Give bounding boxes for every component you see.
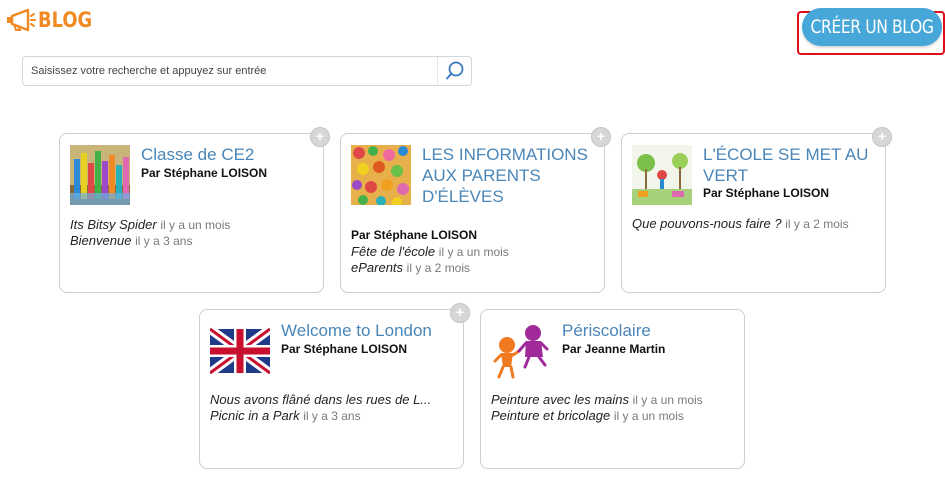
post-title[interactable]: Bienvenue [70,233,131,248]
post-title[interactable]: Peinture et bricolage [491,408,610,423]
create-blog-button[interactable]: CRÉER UN BLOG [802,8,942,46]
search-bar [22,56,472,86]
post-list: Nous avons flâné dans les rues de L... P… [210,392,456,424]
post-list: Fête de l'école il y a un mois eParents … [351,244,597,276]
blog-card[interactable]: + LES INFORMATIONS AUX PARENTS D'ÉLÈVES … [340,127,611,293]
blog-thumbnail [632,145,692,205]
logo-text: BLOG [38,8,93,32]
post-date: il y a 3 ans [303,409,361,423]
search-icon [445,61,463,80]
post-title[interactable]: Peinture avec les mains [491,392,629,407]
blog-card[interactable]: + Welcome to London Par Stéphane LOISON … [199,303,470,469]
post-title[interactable]: eParents [351,260,403,275]
blog-title[interactable]: Périscolaire [562,320,740,341]
blog-title[interactable]: Welcome to London [281,320,459,341]
megaphone-icon [7,8,36,32]
blog-author: Par Stéphane LOISON [141,166,268,180]
create-blog-label: CRÉER UN BLOG [810,16,934,38]
post-date: il y a un mois [632,393,703,407]
search-button[interactable] [437,57,471,85]
blog-thumbnail [491,321,551,381]
post-item[interactable]: eParents il y a 2 mois [351,260,597,276]
post-title[interactable]: Picnic in a Park [210,408,300,423]
post-date: il y a un mois [438,245,509,259]
blog-logo[interactable]: BLOG [4,8,102,32]
search-input[interactable] [31,62,431,80]
blog-thumbnail [70,145,130,205]
post-title[interactable]: Fête de l'école [351,244,435,259]
post-date: il y a 2 mois [406,261,471,275]
post-date: il y a 3 ans [135,234,193,248]
post-item[interactable]: Its Bitsy Spider il y a un mois [70,217,316,233]
post-date: il y a 2 mois [785,217,849,231]
blog-author: Par Stéphane LOISON [351,228,478,242]
post-item[interactable]: Que pouvons-nous faire ? il y a 2 mois [632,216,878,232]
blog-thumbnail [351,145,411,205]
blog-title[interactable]: LES INFORMATIONS AUX PARENTS D'ÉLÈVES [422,144,600,207]
post-item[interactable]: Picnic in a Park il y a 3 ans [210,408,456,424]
blog-author: Par Stéphane LOISON [703,186,830,200]
post-list: Its Bitsy Spider il y a un mois Bienvenu… [70,217,316,249]
blog-title[interactable]: Classe de CE2 [141,144,319,165]
post-list: Peinture avec les mains il y a un mois P… [491,392,737,424]
post-date: il y a un mois [613,409,684,423]
blog-title[interactable]: L'ÉCOLE SE MET AU VERT [703,144,881,186]
post-list: Que pouvons-nous faire ? il y a 2 mois [632,216,878,232]
post-date: il y a un mois [160,218,231,232]
blog-card[interactable]: + Classe de CE2 Par Stéphane LOISON Its … [59,127,330,293]
post-item[interactable]: Fête de l'école il y a un mois [351,244,597,260]
post-title[interactable]: Its Bitsy Spider [70,217,157,232]
post-item[interactable]: Peinture et bricolage il y a un mois [491,408,737,424]
blog-author: Par Jeanne Martin [562,342,666,356]
post-title[interactable]: Que pouvons-nous faire ? [632,216,782,231]
post-item[interactable]: Peinture avec les mains il y a un mois [491,392,737,408]
post-title[interactable]: Nous avons flâné dans les rues de L... [210,392,431,407]
blog-card[interactable]: Périscolaire Par Jeanne Martin Peinture … [480,309,745,469]
post-item[interactable]: Bienvenue il y a 3 ans [70,233,316,249]
blog-author: Par Stéphane LOISON [281,342,408,356]
post-item[interactable]: Nous avons flâné dans les rues de L... [210,392,456,408]
blog-card[interactable]: + L'ÉCOLE SE MET AU VERT Par Stéphane LO… [621,127,892,293]
blog-thumbnail [210,321,270,381]
